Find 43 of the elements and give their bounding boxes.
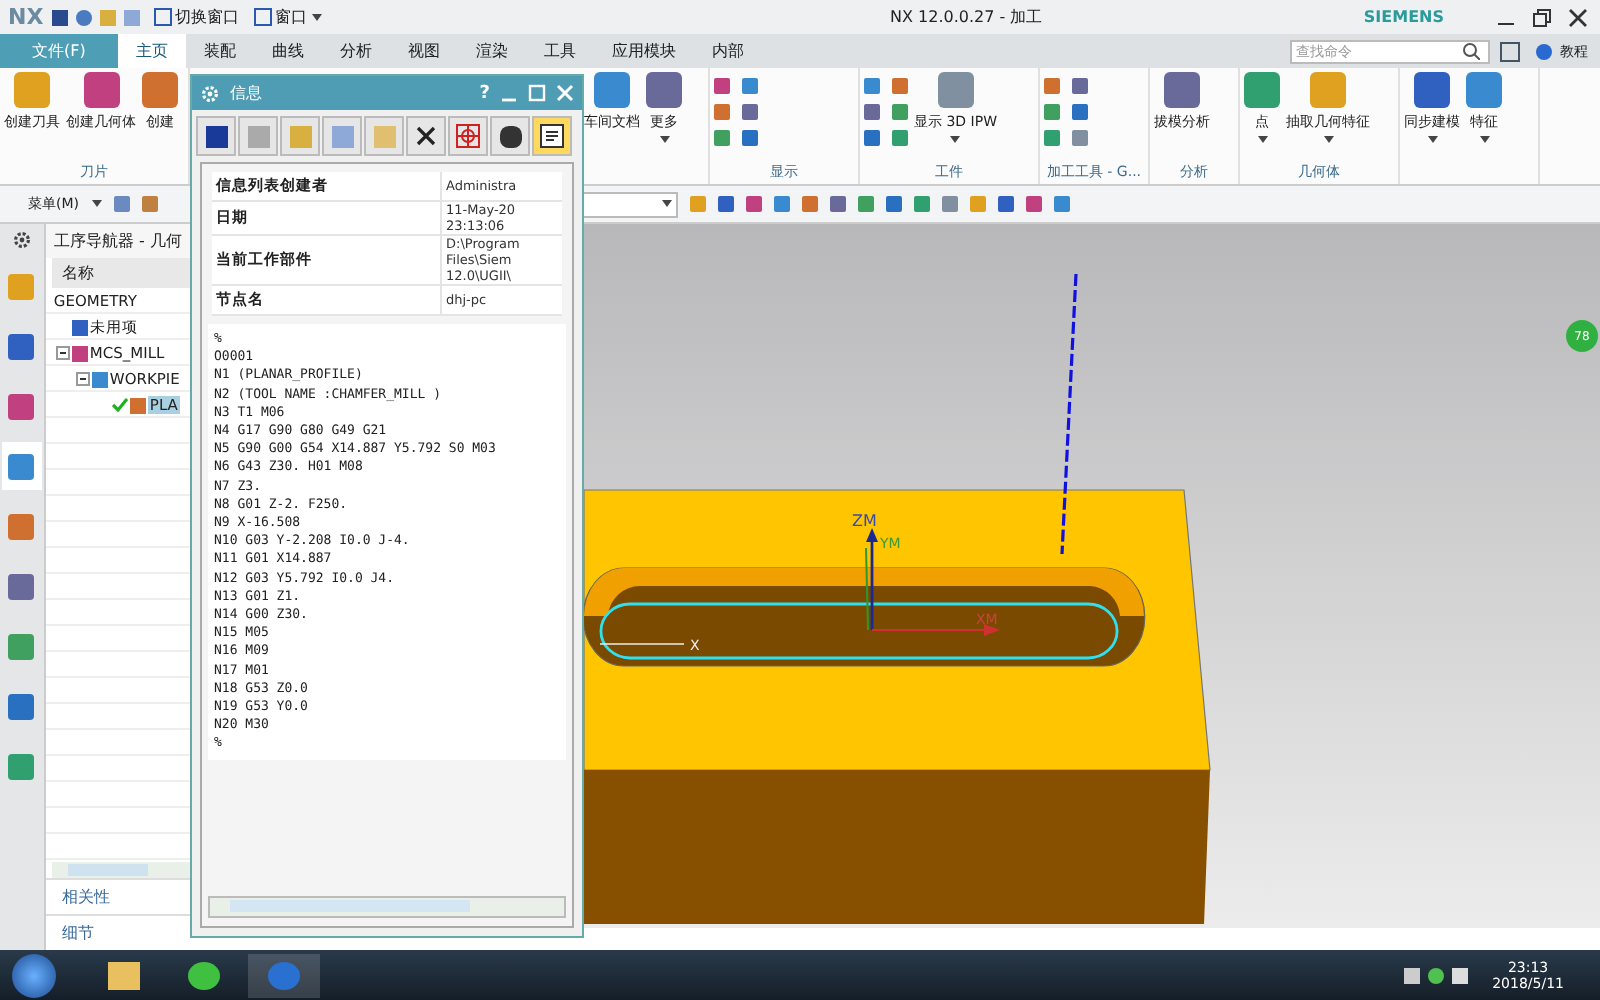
- maximize-icon[interactable]: [528, 84, 546, 102]
- settings-icon[interactable]: [11, 230, 32, 250]
- brand-logo: SIEMENS: [1363, 8, 1444, 26]
- node-icon: [129, 397, 146, 413]
- caret-icon[interactable]: [659, 136, 669, 144]
- caret-icon[interactable]: [1257, 136, 1267, 144]
- caret-icon[interactable]: [1427, 136, 1437, 144]
- caret-icon[interactable]: [311, 13, 322, 21]
- wrap-icon[interactable]: [532, 116, 572, 156]
- app-logo: NX: [8, 4, 44, 30]
- ribbon-tab[interactable]: 视图: [389, 34, 458, 68]
- node-icon: [71, 345, 88, 361]
- quick-action-button[interactable]: 切换窗口: [153, 6, 240, 28]
- ribbon-tab[interactable]: 渲染: [457, 34, 526, 68]
- node-icon: [71, 319, 88, 335]
- axis-label: ZM: [852, 512, 877, 530]
- frame-icon[interactable]: [1500, 41, 1520, 61]
- window-title: NX 12.0.0.27 - 加工: [890, 6, 1043, 28]
- restore-icon[interactable]: [1528, 7, 1556, 27]
- ribbon-tab[interactable]: 曲线: [253, 34, 322, 68]
- caret-icon[interactable]: [91, 200, 102, 208]
- caret-icon[interactable]: [1479, 136, 1489, 144]
- crosshair-icon[interactable]: [448, 116, 488, 156]
- caret-icon[interactable]: [1323, 136, 1333, 144]
- ribbon-tab[interactable]: 装配: [185, 34, 254, 68]
- caret-icon[interactable]: [661, 200, 672, 208]
- ribbon-tab[interactable]: 主页: [117, 34, 186, 68]
- delete-icon[interactable]: [406, 116, 446, 156]
- check-icon: [111, 398, 128, 412]
- node-icon: [91, 371, 108, 387]
- dialog-title: 信息: [230, 82, 262, 104]
- close-icon[interactable]: [1564, 7, 1592, 27]
- scrollbar[interactable]: [208, 896, 566, 918]
- minus-icon[interactable]: [75, 372, 90, 386]
- caret-icon[interactable]: [950, 136, 961, 144]
- resource-tab-icon[interactable]: [1, 442, 42, 490]
- quick-action-button[interactable]: 窗口: [253, 6, 322, 28]
- ribbon-tab[interactable]: 分析: [321, 34, 390, 68]
- ribbon-tab[interactable]: 应用模块: [593, 34, 694, 68]
- start-button[interactable]: [12, 953, 56, 997]
- ribbon-tab[interactable]: 工具: [525, 34, 594, 68]
- minus-icon[interactable]: [55, 346, 70, 360]
- ribbon-tab[interactable]: 内部: [693, 34, 762, 68]
